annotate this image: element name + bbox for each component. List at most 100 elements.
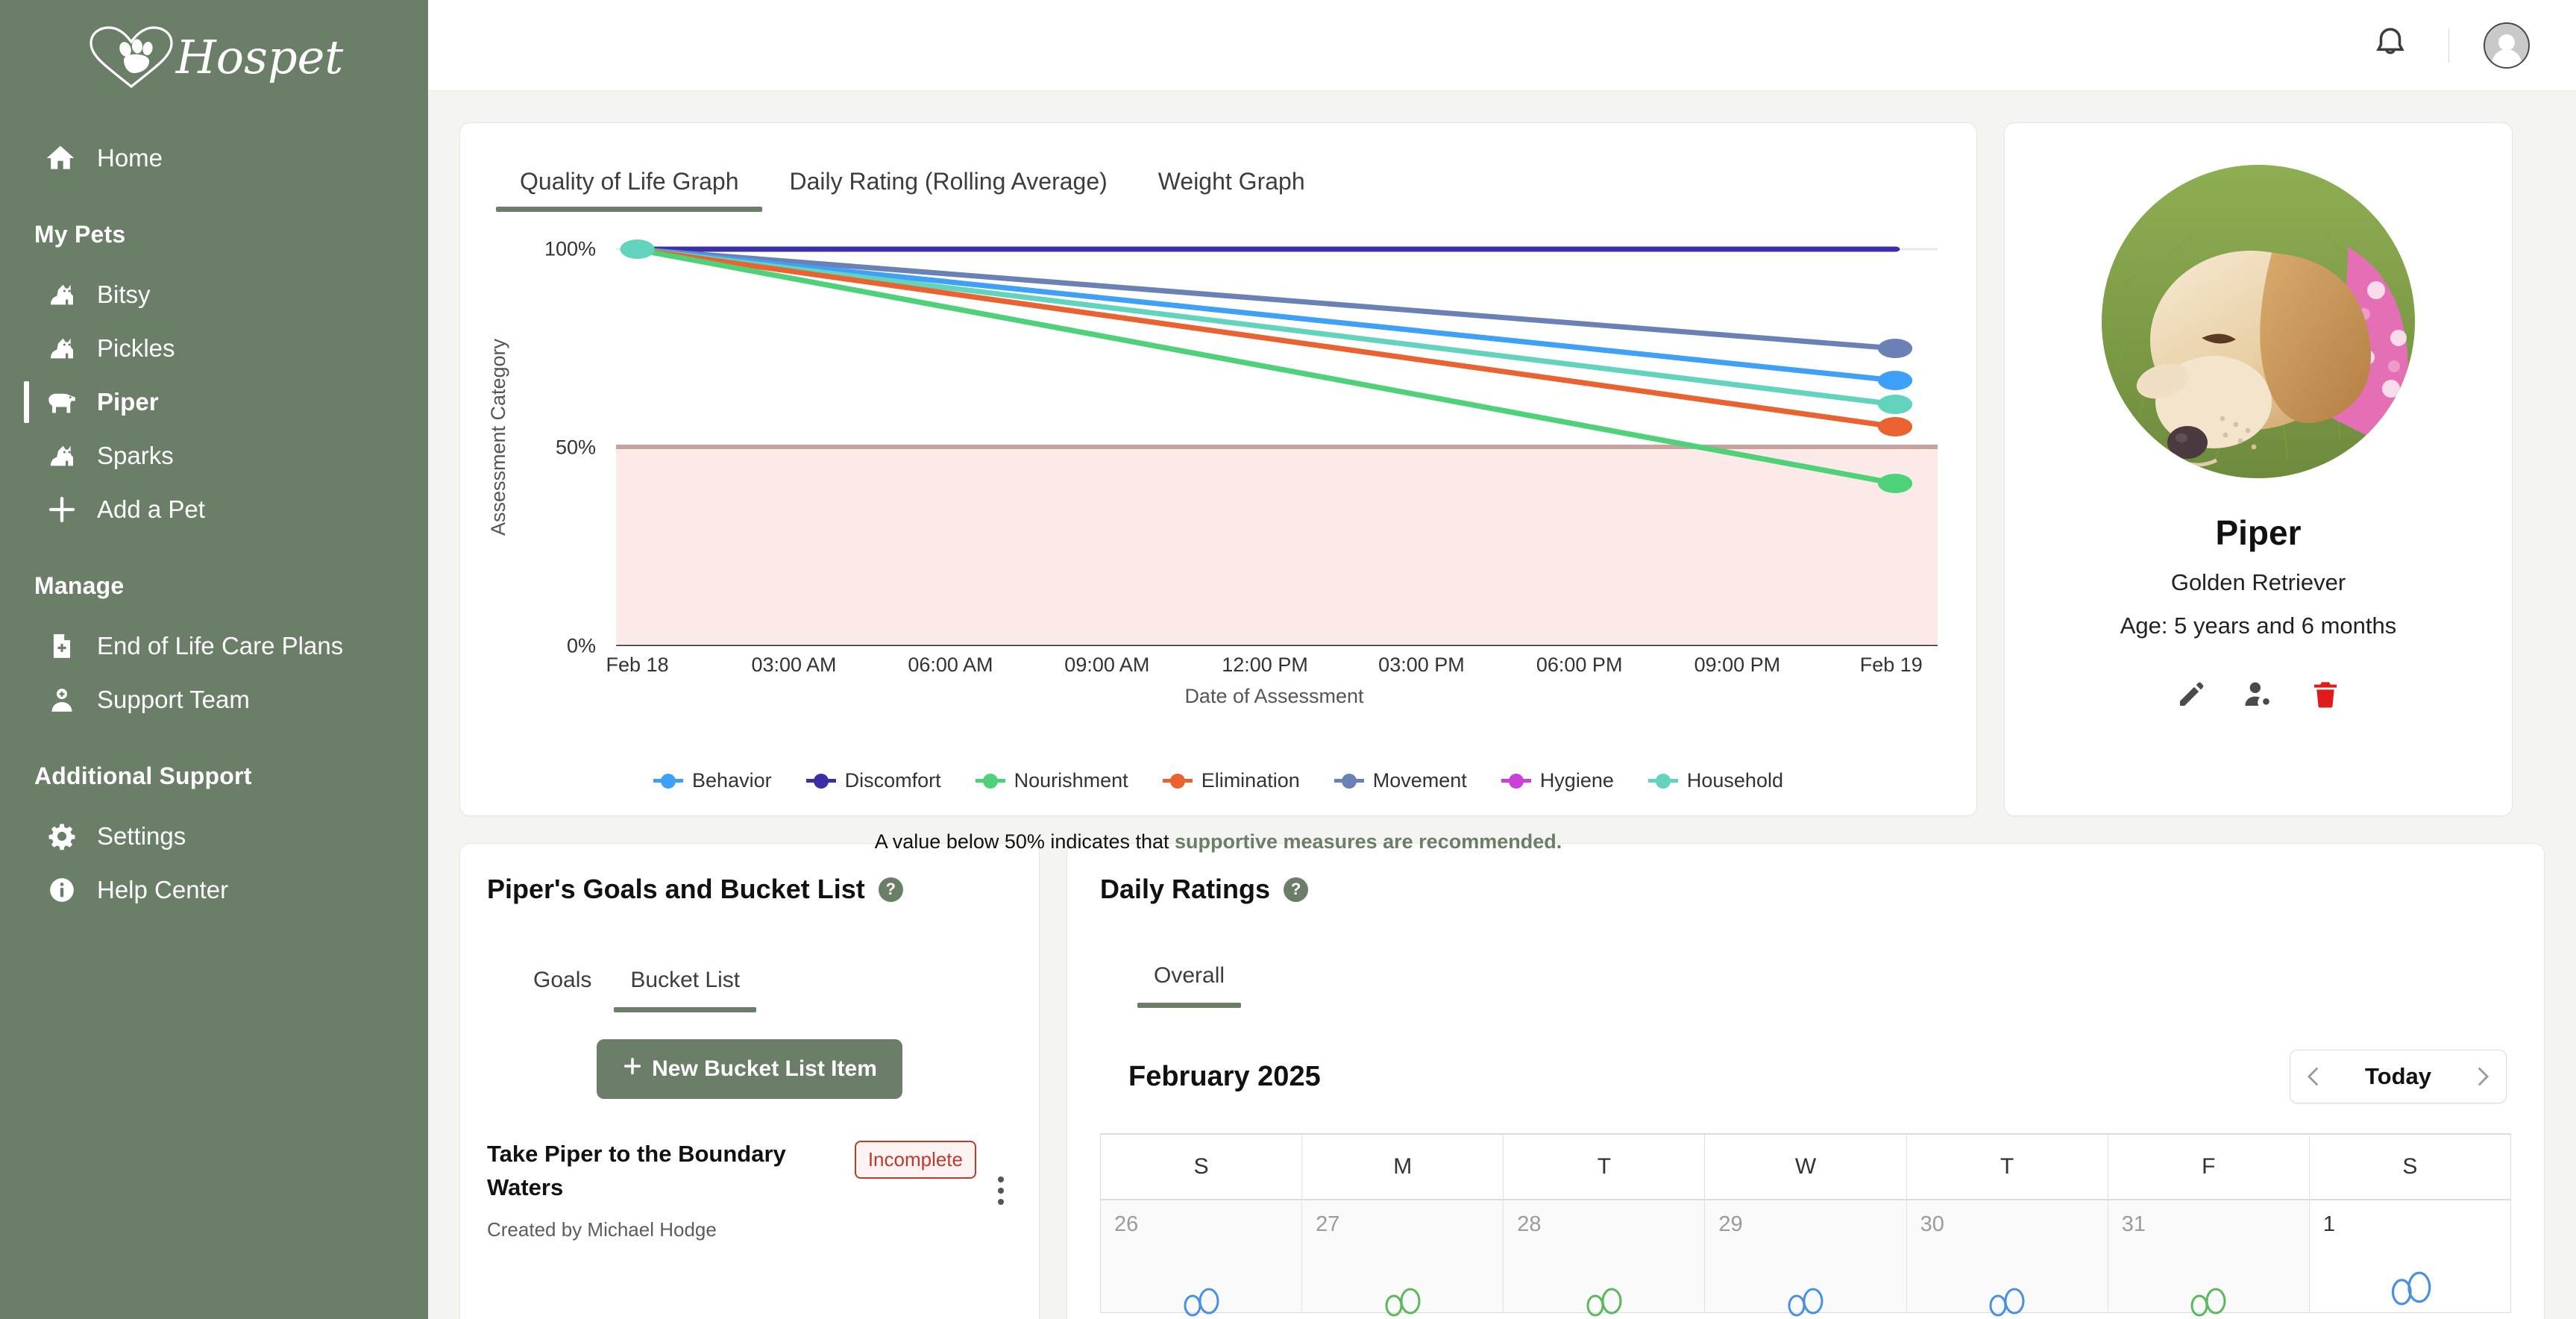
calendar-day-number: 30 <box>1920 1212 1944 1236</box>
calendar-day-cell[interactable]: 30 <box>1906 1200 2108 1317</box>
bucket-item-title: Take Piper to the Boundary Waters <box>487 1141 786 1200</box>
paw-rating-icon <box>2186 1288 2231 1319</box>
help-icon[interactable]: ? <box>878 877 903 902</box>
legend-label: Discomfort <box>844 769 941 792</box>
paw-rating-icon <box>1783 1288 1828 1319</box>
page-title: Piper <box>2215 513 2302 552</box>
tab-overall[interactable]: Overall <box>1134 957 1244 1008</box>
sidebar-item-add-a-pet[interactable]: Add a Pet <box>0 483 428 536</box>
calendar-nav: Today <box>2290 1050 2507 1103</box>
chevron-left-icon[interactable] <box>2290 1050 2338 1103</box>
x-tick: 06:00 PM <box>1536 654 1623 676</box>
dashboard-row-top: Quality of Life Graph Daily Rating (Roll… <box>459 122 2545 853</box>
legend-swatch-icon <box>1647 773 1678 789</box>
calendar-day-cell[interactable]: 27 <box>1302 1200 1504 1317</box>
avatar[interactable] <box>2484 22 2530 69</box>
sidebar-section-additional-support: Additional Support <box>34 762 252 789</box>
calendar-month-label: February 2025 <box>1128 1060 1321 1092</box>
chart-plot-area: Assessment Category 100% 50% 0% Feb 18 0… <box>487 228 1942 707</box>
point-start <box>620 239 655 259</box>
tab-goals[interactable]: Goals <box>514 962 611 1012</box>
chart-x-ticks: Feb 18 03:00 AM 06:00 AM 09:00 AM 12:00 … <box>606 646 1938 707</box>
plus-icon <box>46 494 78 525</box>
tab-bucket-list[interactable]: Bucket List <box>611 962 759 1012</box>
person-medical-icon <box>46 684 78 715</box>
sidebar-item-label: Piper <box>97 388 159 416</box>
pet-action-bar <box>2175 678 2342 711</box>
pencil-icon[interactable] <box>2175 678 2208 711</box>
legend-label: Elimination <box>1201 769 1300 792</box>
calendar-day-cell[interactable]: 29 <box>1705 1200 1907 1317</box>
point-elimination <box>1877 417 1913 436</box>
calendar-dow: T <box>1906 1135 2108 1200</box>
sidebar-item-label: Pickles <box>97 334 175 362</box>
sidebar-item-label: End of Life Care Plans <box>97 632 344 660</box>
tab-quality-of-life-graph[interactable]: Quality of Life Graph <box>494 156 764 212</box>
sidebar-item-end-of-life-care-plans[interactable]: End of Life Care Plans <box>0 619 428 673</box>
chart-lines <box>611 228 1938 646</box>
calendar-day-cell[interactable]: 28 <box>1504 1200 1706 1317</box>
sidebar-item-pickles[interactable]: Pickles <box>0 322 428 375</box>
trash-icon[interactable] <box>2309 678 2342 711</box>
legend-item-nourishment[interactable]: Nourishment <box>975 769 1128 792</box>
header-divider <box>2448 28 2449 63</box>
x-tick: 03:00 AM <box>751 654 837 676</box>
goals-tabs: Goals Bucket List <box>487 962 1012 1012</box>
today-button[interactable]: Today <box>2338 1063 2458 1090</box>
calendar-day-number: 27 <box>1316 1212 1340 1236</box>
legend-item-discomfort[interactable]: Discomfort <box>805 769 941 792</box>
more-options-icon[interactable] <box>990 1177 1012 1205</box>
x-tick: Feb 19 <box>1859 654 1923 676</box>
sidebar-item-support-team[interactable]: Support Team <box>0 673 428 727</box>
dog-icon <box>46 386 78 418</box>
legend-swatch-icon <box>1333 773 1364 789</box>
list-item[interactable]: Take Piper to the Boundary Waters Create… <box>487 1138 1012 1241</box>
legend-item-elimination[interactable]: Elimination <box>1162 769 1300 792</box>
bell-icon <box>2372 25 2409 66</box>
calendar-grid: S M T W T F S 26 27 28 29 30 31 1 <box>1100 1133 2511 1317</box>
help-icon[interactable]: ? <box>1284 877 1309 902</box>
sidebar-item-label: Support Team <box>97 686 250 713</box>
sidebar-item-piper[interactable]: Piper <box>0 375 428 429</box>
tab-daily-rating-rolling-average[interactable]: Daily Rating (Rolling Average) <box>764 156 1132 212</box>
chart-legend: Behavior Discomfort Nourishment Eliminat… <box>460 769 1976 792</box>
person-gear-icon[interactable] <box>2242 678 2275 711</box>
calendar-day-cell[interactable]: 26 <box>1101 1200 1303 1317</box>
legend-swatch-icon <box>805 773 836 789</box>
x-tick: 09:00 AM <box>1064 654 1150 676</box>
calendar-day-cell[interactable]: 1 <box>2309 1200 2510 1312</box>
calendar-week-row: 26 27 28 29 30 31 1 <box>1101 1200 2510 1317</box>
calendar-day-cell[interactable]: 31 <box>2108 1200 2310 1317</box>
threshold-line <box>616 445 1938 449</box>
main-area: Quality of Life Graph Daily Rating (Roll… <box>428 0 2576 1319</box>
legend-label: Hygiene <box>1539 769 1614 792</box>
gear-icon <box>46 821 78 852</box>
point-household <box>1877 395 1913 414</box>
sidebar-item-bitsy[interactable]: Bitsy <box>0 268 428 322</box>
sidebar-item-home[interactable]: Home <box>0 131 428 185</box>
legend-label: Household <box>1686 769 1783 792</box>
sidebar-item-sparks[interactable]: Sparks <box>0 429 428 483</box>
sidebar-item-label: Bitsy <box>97 281 151 308</box>
sidebar-item-settings[interactable]: Settings <box>0 809 428 863</box>
new-bucket-list-item-button[interactable]: New Bucket List Item <box>597 1039 902 1099</box>
legend-item-movement[interactable]: Movement <box>1333 769 1467 792</box>
tab-weight-graph[interactable]: Weight Graph <box>1133 156 1331 212</box>
legend-item-household[interactable]: Household <box>1647 769 1783 792</box>
calendar-dow: S <box>2309 1135 2510 1200</box>
chart-y-axis-label: Assessment Category <box>487 338 509 536</box>
app-root: Hospet Home My Pets Bitsy Pickles Piper … <box>0 0 2576 1319</box>
legend-swatch-icon <box>653 773 684 789</box>
sidebar-item-label: Sparks <box>97 442 174 469</box>
brand-logo[interactable]: Hospet <box>0 16 428 98</box>
chart-tabs: Quality of Life Graph Daily Rating (Roll… <box>494 156 1942 212</box>
quality-of-life-chart-card: Quality of Life Graph Daily Rating (Roll… <box>459 122 1977 853</box>
sidebar-item-help-center[interactable]: Help Center <box>0 863 428 917</box>
notifications-button[interactable] <box>2366 22 2414 69</box>
heart-paw-logo-icon <box>85 24 178 91</box>
legend-item-behavior[interactable]: Behavior <box>653 769 772 792</box>
chevron-right-icon[interactable] <box>2458 1050 2506 1103</box>
dashboard-content: Quality of Life Graph Daily Rating (Roll… <box>428 91 2576 1319</box>
legend-item-hygiene[interactable]: Hygiene <box>1501 769 1614 792</box>
plus-icon <box>622 1056 643 1083</box>
